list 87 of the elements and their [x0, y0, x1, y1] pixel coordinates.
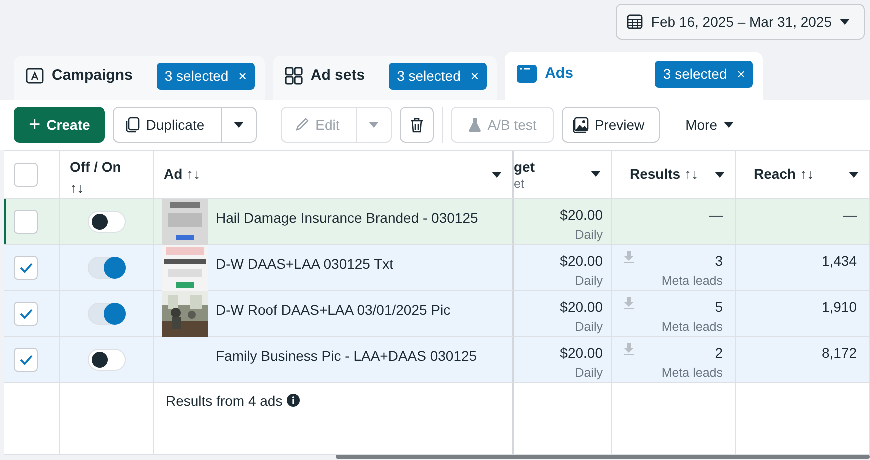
download-icon	[624, 343, 634, 355]
tab[interactable]: Ad sets 3 selected ×	[272, 56, 498, 100]
ad-name[interactable]: Family Business Pic - LAA+DAAS 030125	[216, 337, 478, 382]
budget-amount: $20.00	[560, 298, 603, 317]
image-icon	[572, 117, 589, 133]
budget-type: Daily	[575, 227, 603, 244]
budget-type: Daily	[575, 273, 603, 290]
column-header[interactable]: get	[514, 157, 535, 178]
result-count: —	[709, 206, 723, 225]
grid-icon	[284, 67, 303, 85]
check-icon	[19, 354, 33, 366]
caret-icon	[234, 122, 244, 128]
clear-selection-button[interactable]: ×	[737, 64, 746, 84]
selection-badge[interactable]: 3 selected ×	[156, 62, 255, 90]
table-row[interactable]: D-W DAAS+LAA 030125 Txt $20.00 Daily 3 Meta leads 1,434	[4, 245, 870, 291]
reach-value: 8,172	[822, 344, 857, 363]
toggle-switch[interactable]	[88, 348, 126, 370]
sort-icon[interactable]: ↑↓	[70, 178, 143, 199]
budget-amount: $20.00	[560, 252, 603, 271]
download-icon	[624, 251, 634, 263]
column-header[interactable]: Reach	[754, 164, 796, 185]
preview-button[interactable]: Preview	[562, 107, 660, 143]
column-header[interactable]: Results	[630, 164, 681, 185]
selection-badge[interactable]: 3 selected ×	[655, 60, 754, 88]
download-icon	[624, 297, 634, 309]
results-summary: Results from 4 ads	[166, 392, 283, 411]
caret-icon	[715, 172, 725, 178]
sort-icon[interactable]: ↑↓	[800, 164, 814, 185]
toggle-switch[interactable]	[88, 256, 126, 278]
result-count: 2	[715, 344, 723, 363]
folder-icon	[26, 67, 44, 85]
checkbox[interactable]	[14, 302, 38, 326]
check-icon	[19, 262, 33, 274]
info-icon[interactable]	[286, 394, 300, 407]
copy-icon	[124, 117, 140, 133]
toggle-switch[interactable]	[88, 210, 126, 232]
table-row[interactable]: Family Business Pic - LAA+DAAS 030125 $20.00 Daily 2 Meta leads 8,172	[4, 337, 870, 383]
create-button[interactable]: + Create	[14, 107, 106, 143]
table-row[interactable]: Hail Damage Insurance Branded - 030125 $20.00 Daily — —	[4, 199, 870, 245]
reach-value: 1,434	[822, 252, 857, 271]
trash-icon	[408, 117, 425, 133]
caret-icon	[492, 172, 502, 178]
budget-type: Daily	[575, 319, 603, 336]
checkbox[interactable]	[14, 210, 38, 234]
sort-icon[interactable]: ↑↓	[186, 164, 201, 185]
caret-icon	[591, 171, 601, 177]
ad-name[interactable]: Hail Damage Insurance Branded - 030125	[216, 199, 478, 244]
checkbox[interactable]	[14, 162, 38, 186]
result-type: Meta leads	[662, 319, 723, 336]
column-subheader: et	[514, 178, 526, 190]
ad-name[interactable]: D-W DAAS+LAA 030125 Txt	[216, 245, 394, 290]
delete-button[interactable]	[400, 107, 434, 143]
clear-selection-button[interactable]: ×	[238, 66, 247, 86]
scrollbar-thumb[interactable]	[336, 455, 870, 459]
budget-amount: $20.00	[560, 206, 603, 225]
check-icon	[19, 308, 33, 320]
caret-icon	[724, 122, 734, 128]
sort-icon[interactable]: ↑↓	[684, 164, 699, 185]
clear-selection-button[interactable]: ×	[470, 66, 480, 86]
window-icon	[517, 65, 538, 83]
result-type: Meta leads	[662, 365, 723, 382]
duplicate-button[interactable]: Duplicate	[113, 107, 222, 143]
result-type: Meta leads	[662, 273, 723, 290]
caret-icon	[368, 122, 379, 128]
column-header[interactable]: Off / On	[70, 157, 143, 178]
column-header[interactable]: Ad	[164, 164, 183, 185]
calendar-icon	[627, 14, 644, 30]
ad-name[interactable]: D-W Roof DAAS+LAA 03/01/2025 Pic	[216, 291, 451, 336]
reach-value: —	[843, 206, 857, 225]
budget-amount: $20.00	[560, 344, 603, 363]
budget-type: Daily	[575, 365, 603, 382]
pencil-icon	[294, 117, 310, 133]
caret-icon	[849, 172, 859, 178]
checkbox[interactable]	[14, 256, 38, 280]
date-range-button[interactable]: Feb 16, 2025 – Mar 31, 2025	[616, 4, 865, 40]
tab[interactable]: Campaigns 3 selected ×	[14, 56, 265, 100]
caret-icon	[840, 19, 850, 25]
toggle-switch[interactable]	[88, 302, 126, 324]
selection-badge[interactable]: 3 selected ×	[389, 62, 488, 90]
checkbox[interactable]	[14, 348, 38, 372]
tab[interactable]: Ads 3 selected ×	[505, 52, 764, 100]
result-count: 3	[715, 252, 723, 271]
dropdown-button[interactable]	[222, 107, 257, 143]
reach-value: 1,910	[822, 298, 857, 317]
result-count: 5	[715, 298, 723, 317]
table-row[interactable]: D-W Roof DAAS+LAA 03/01/2025 Pic $20.00 Daily 5 Meta leads 1,910	[4, 291, 870, 337]
flask-icon	[468, 117, 482, 133]
